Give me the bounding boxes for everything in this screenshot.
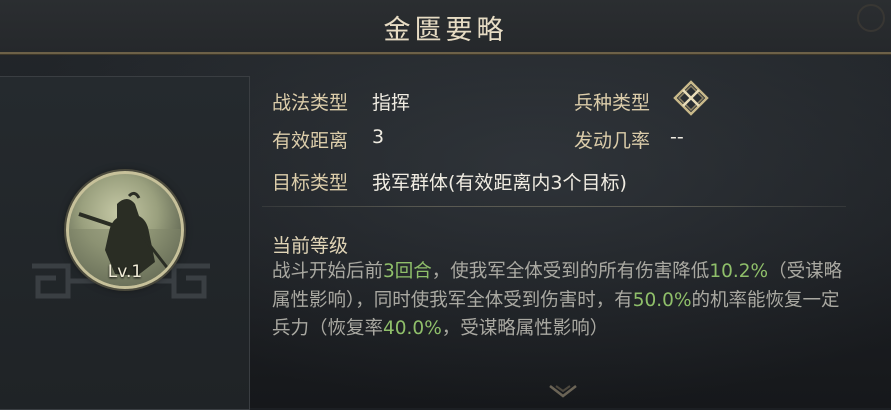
range-label: 有效距离 bbox=[272, 130, 349, 152]
level-label: Lv.1 bbox=[107, 262, 143, 282]
range-value: 3 bbox=[372, 126, 385, 148]
scroll-down-arrow-icon[interactable] bbox=[548, 384, 578, 398]
title-bar: 金匮要略 bbox=[0, 0, 891, 54]
tactic-description: 战斗开始后前3回合，使我军全体受到的所有伤害降低10.2%（受谋略属性影响），同… bbox=[272, 258, 844, 344]
page-title: 金匮要略 bbox=[383, 15, 508, 46]
tactic-type-value: 指挥 bbox=[372, 92, 411, 114]
desc-highlight: 40.0% bbox=[383, 318, 442, 339]
desc-text: ，使我军全体受到的所有伤害降低 bbox=[431, 261, 710, 282]
corner-ornament-icon bbox=[857, 4, 885, 32]
trigger-rate-label: 发动几率 bbox=[574, 130, 651, 152]
target-type-label: 目标类型 bbox=[272, 172, 349, 194]
divider bbox=[262, 206, 846, 207]
desc-highlight: 10.2% bbox=[709, 261, 769, 282]
desc-highlight: 3回合 bbox=[383, 261, 432, 282]
desc-text: ，受谋略属性影响） bbox=[441, 318, 609, 339]
desc-highlight: 50.0% bbox=[632, 289, 692, 311]
target-type-value: 我军群体(有效距离内3个目标) bbox=[372, 172, 627, 194]
desc-text: 战斗开始后前 bbox=[272, 261, 384, 282]
general-portrait-medal[interactable]: Lv.1 bbox=[66, 171, 184, 289]
trigger-rate-value: -- bbox=[670, 126, 684, 148]
troop-type-label: 兵种类型 bbox=[574, 92, 651, 114]
tactic-type-label: 战法类型 bbox=[272, 92, 349, 114]
crossed-weapons-icon bbox=[673, 80, 709, 116]
current-level-heading: 当前等级 bbox=[272, 235, 349, 257]
